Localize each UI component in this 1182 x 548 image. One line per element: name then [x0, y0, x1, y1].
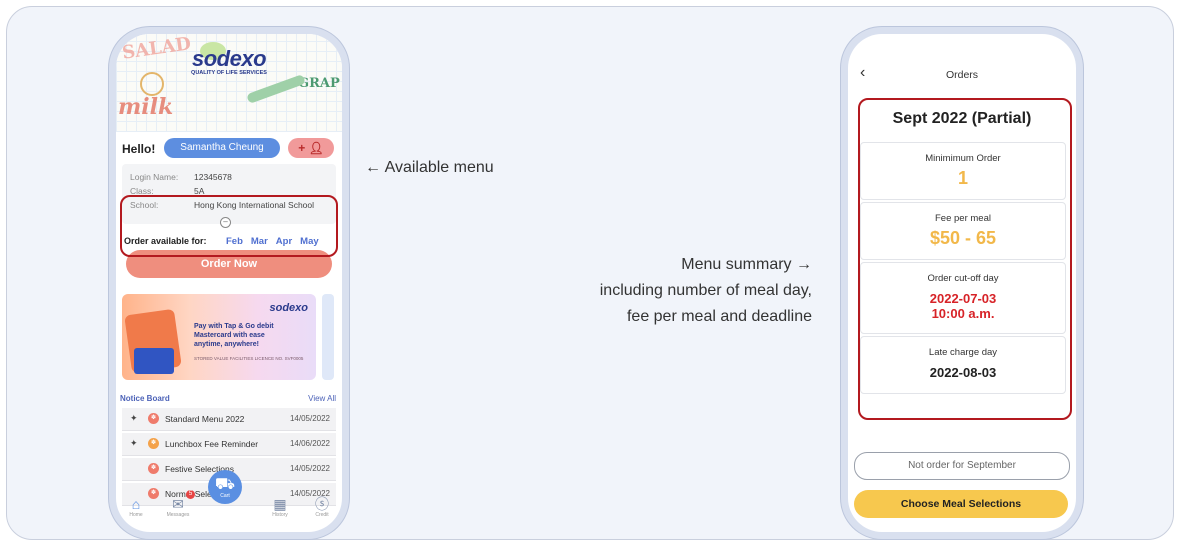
notice-title: Standard Menu 2022 [165, 414, 245, 424]
menu-summary-detail1: including number of meal day, [599, 282, 812, 299]
pin-icon: ✦ [130, 438, 138, 448]
login-value: 12345678 [194, 172, 232, 182]
tab-history[interactable]: ▦ History [262, 496, 298, 518]
plate-doodle [140, 72, 164, 96]
cart-label: Cart [220, 493, 230, 499]
logo-brand: sodexo [191, 46, 267, 71]
order-section-highlight [120, 195, 338, 257]
cart-button[interactable]: ⛟ Cart [208, 470, 242, 504]
banner-line1: Pay with Tap & Go debit [194, 323, 274, 330]
dollar-icon: ⓢ [315, 496, 329, 512]
summary-highlight [858, 98, 1072, 420]
pin-icon: ✦ [130, 413, 138, 423]
tab-home-label: Home [129, 512, 143, 518]
choose-meal-button[interactable]: Choose Meal Selections [854, 490, 1068, 518]
tab-messages-label: Messages [166, 512, 190, 518]
sodexo-logo: sodexo QUALITY OF LIFE SERVICES [191, 46, 267, 76]
tab-credit-label: Credit [315, 512, 329, 518]
available-menu-annotation: ← Available menu [365, 159, 494, 176]
bottom-tab-bar: ⌂ Home ✉ Messages ▦ History ⓢ Credit [116, 496, 342, 532]
meal-icon: ✽ [148, 463, 159, 474]
phone-home-screen: SALAD milk GRAP sodexo QUALITY OF LIFE S… [116, 34, 342, 532]
notice-board-title: Notice Board [120, 394, 170, 403]
banner-text: Pay with Tap & Go debit Mastercard with … [194, 322, 274, 349]
add-child-button[interactable]: + 👤︎ [288, 138, 334, 158]
doodle-salad: SALAD [120, 34, 193, 64]
cucumber-doodle [246, 74, 306, 104]
notice-date: 14/05/2022 [289, 414, 330, 423]
notice-date: 14/06/2022 [289, 439, 330, 448]
login-row: Login Name: 12345678 [130, 172, 232, 182]
next-banner-peek[interactable] [322, 294, 334, 380]
meal-icon: ✽ [148, 438, 159, 449]
phone-illustration [134, 348, 174, 374]
notice-item[interactable]: ✦ ✽ Standard Menu 2022 14/05/2022 [122, 408, 336, 431]
logo-tagline: QUALITY OF LIFE SERVICES [191, 70, 267, 76]
not-order-button[interactable]: Not order for September [854, 452, 1070, 480]
add-person-icon: + 👤︎ [298, 141, 324, 155]
notice-date: 14/05/2022 [289, 464, 330, 473]
page-title: Orders [945, 69, 979, 81]
menu-summary-annotation: Menu summary → including number of meal … [540, 252, 812, 330]
banner-logo: sodexo [269, 302, 308, 314]
menu-summary-line: Menu summary → [681, 256, 812, 273]
hero-banner: SALAD milk GRAP sodexo QUALITY OF LIFE S… [116, 34, 342, 132]
greeting: Hello! [122, 142, 156, 156]
calendar-icon: ▦ [273, 496, 287, 512]
notice-title: Lunchbox Fee Reminder [165, 439, 259, 449]
cart-icon: ⛟ [214, 476, 236, 493]
tab-history-label: History [272, 512, 288, 518]
messages-badge: 5 [186, 490, 195, 499]
doodle-milk: milk [118, 94, 174, 120]
notice-item[interactable]: ✦ ✽ Lunchbox Fee Reminder 14/06/2022 [122, 433, 336, 456]
view-all-link[interactable]: View All [308, 394, 336, 403]
banner-line3: anytime, anywhere! [194, 341, 259, 348]
banner-line2: Mastercard with ease [194, 332, 265, 339]
tab-home[interactable]: ⌂ Home [118, 496, 154, 518]
meal-icon: ✽ [148, 413, 159, 424]
tab-messages[interactable]: ✉ Messages [160, 496, 196, 518]
user-name-pill[interactable]: Samantha Cheung [164, 138, 280, 158]
login-label: Login Name: [130, 172, 179, 182]
tab-credit[interactable]: ⓢ Credit [304, 496, 340, 518]
menu-summary-detail2: fee per meal and deadline [626, 308, 812, 325]
banner-license: STORED VALUE FACILITIES LICENCE NO. SVF0… [194, 356, 304, 361]
home-icon: ⌂ [131, 496, 141, 512]
promo-banner[interactable]: sodexo Pay with Tap & Go debit Mastercar… [122, 294, 316, 380]
